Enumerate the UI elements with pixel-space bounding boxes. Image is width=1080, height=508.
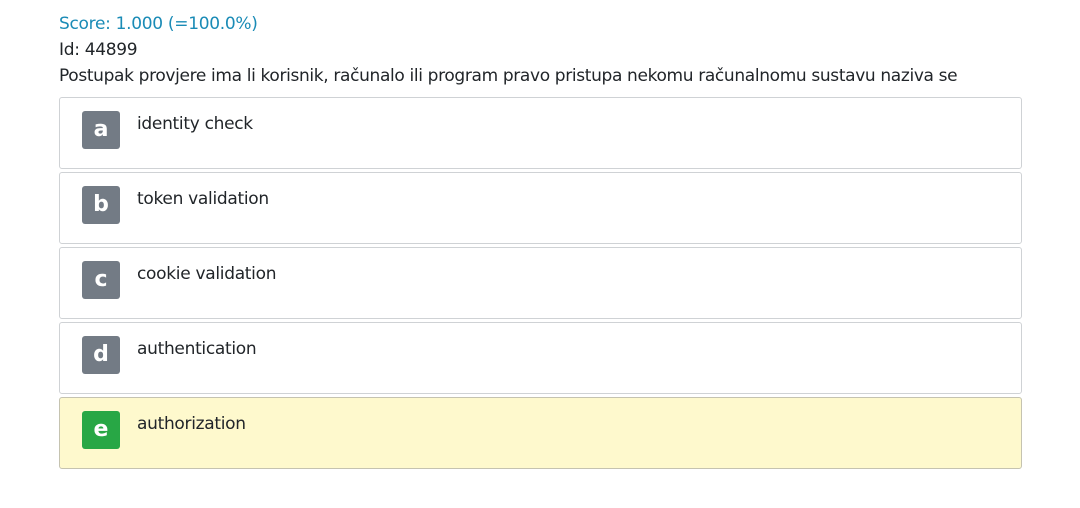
answer-option-b[interactable]: b token validation	[59, 172, 1022, 244]
answer-letter-badge: e	[82, 411, 120, 449]
answer-text: identity check	[137, 114, 253, 134]
answer-option-e[interactable]: e authorization	[59, 397, 1022, 469]
answer-text: authentication	[137, 339, 257, 359]
answer-letter-badge: c	[82, 261, 120, 299]
answer-option-c[interactable]: c cookie validation	[59, 247, 1022, 319]
answer-option-d[interactable]: d authentication	[59, 322, 1022, 394]
answer-text: authorization	[137, 414, 246, 434]
question-text: Postupak provjere ima li korisnik, račun…	[59, 66, 958, 86]
answer-letter-badge: a	[82, 111, 120, 149]
answer-option-a[interactable]: a identity check	[59, 97, 1022, 169]
answer-text: cookie validation	[137, 264, 277, 284]
answer-letter-badge: b	[82, 186, 120, 224]
answer-letter-badge: d	[82, 336, 120, 374]
question-id: Id: 44899	[59, 40, 138, 60]
question-card: Score: 1.000 (=100.0%) Id: 44899 Postupa…	[59, 12, 1022, 469]
answer-text: token validation	[137, 189, 269, 209]
answer-list: a identity check b token validation c co…	[59, 97, 1022, 469]
score-text: Score: 1.000 (=100.0%)	[59, 14, 258, 34]
